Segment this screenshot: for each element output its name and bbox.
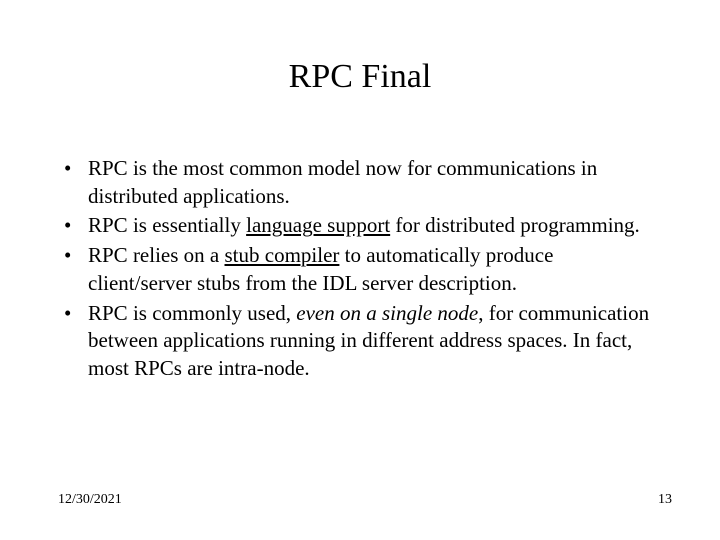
italic-text: even on a single node: [296, 301, 478, 325]
bullet-text: RPC is the most common model now for com…: [88, 156, 597, 208]
footer-page-number: 13: [658, 492, 672, 508]
bullet-item: RPC is commonly used, even on a single n…: [58, 300, 660, 383]
slide: RPC Final RPC is the most common model n…: [0, 0, 720, 540]
underline-text: stub compiler: [225, 243, 340, 267]
slide-content: RPC is the most common model now for com…: [58, 155, 660, 385]
bullet-text: RPC is essentially: [88, 213, 246, 237]
bullet-item: RPC relies on a stub compiler to automat…: [58, 242, 660, 297]
underline-text: language support: [246, 213, 390, 237]
bullet-item: RPC is essentially language support for …: [58, 212, 660, 240]
slide-title: RPC Final: [0, 58, 720, 96]
bullet-text: for distributed programming.: [390, 213, 640, 237]
footer-date: 12/30/2021: [58, 492, 122, 508]
bullet-text: RPC relies on a: [88, 243, 225, 267]
bullet-text: RPC is commonly used,: [88, 301, 296, 325]
bullet-list: RPC is the most common model now for com…: [58, 155, 660, 383]
bullet-item: RPC is the most common model now for com…: [58, 155, 660, 210]
